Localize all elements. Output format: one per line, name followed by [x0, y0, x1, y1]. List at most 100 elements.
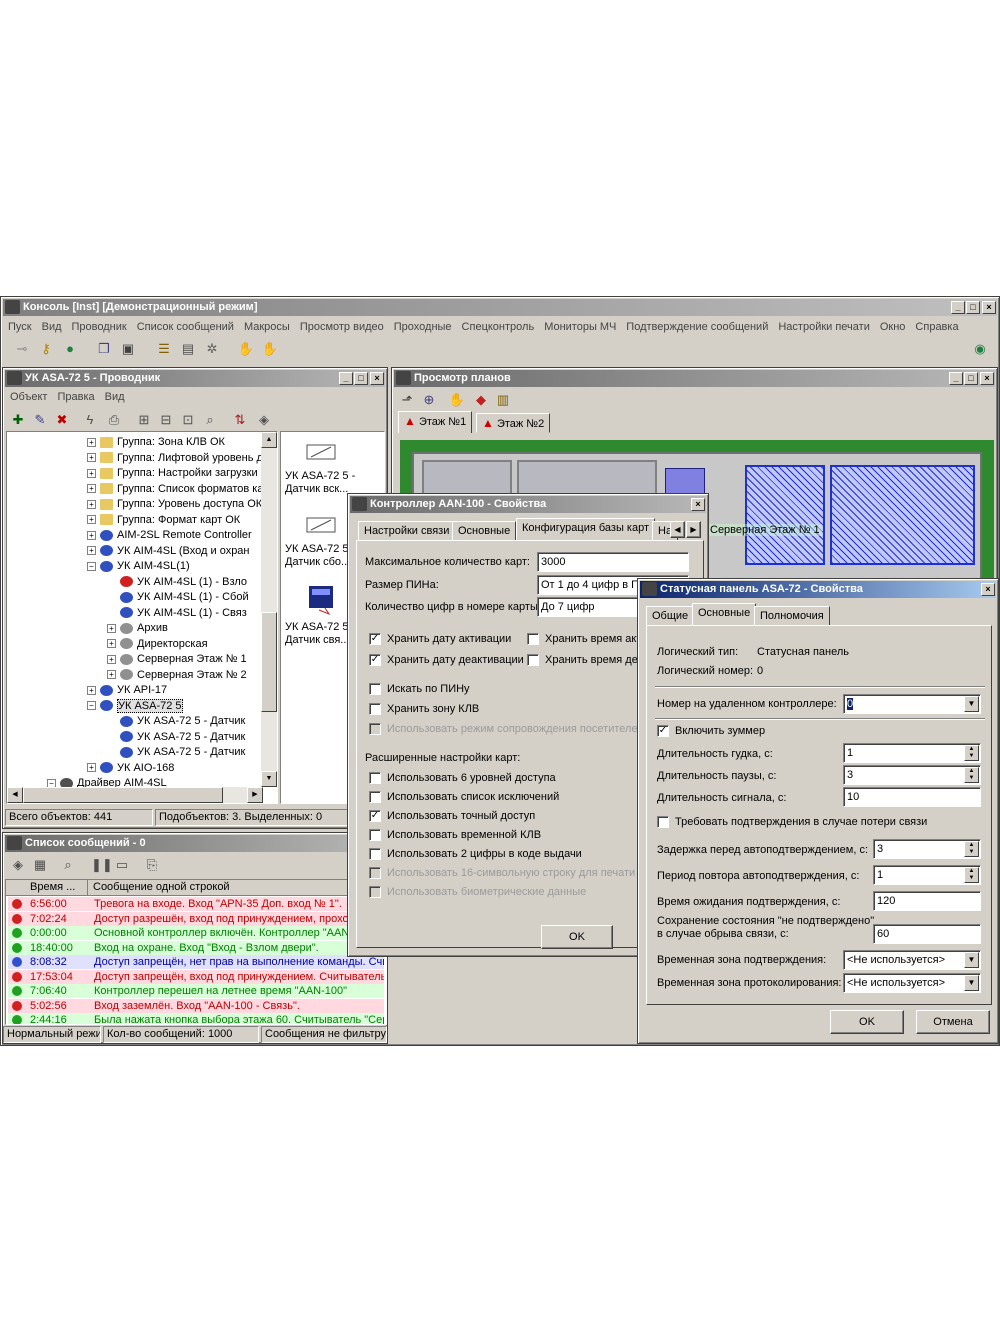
tab-main[interactable]: Основные [692, 603, 757, 626]
menu-item[interactable]: Объект [5, 389, 52, 405]
tree-item[interactable]: + УК AIM-4SL (Вход и охран [87, 544, 250, 559]
option-checkbox[interactable] [369, 829, 381, 841]
controller-close-button[interactable]: × [691, 498, 705, 511]
tree-item[interactable]: − УК ASA-72 5 [87, 698, 183, 714]
tree-item[interactable]: + Группа: Формат карт ОК [87, 513, 240, 528]
tree-item[interactable]: + Группа: Список форматов ка [87, 482, 263, 497]
alarm-icon[interactable]: ✋ [237, 340, 255, 358]
tree-item[interactable]: + УК API-17 [87, 683, 167, 698]
expand-icon[interactable]: + [87, 484, 96, 494]
tree-item[interactable]: + Группа: Лифтовой уровень д [87, 451, 263, 466]
chevron-down-icon[interactable]: ▼ [964, 975, 979, 991]
tree-item[interactable]: УК ASA-72 5 - Датчик [107, 714, 245, 729]
tree-item[interactable]: + AIM-2SL Remote Controller [87, 528, 252, 543]
menu-item[interactable]: Настройки печати [773, 319, 875, 335]
tab-floor-1[interactable]: ▲ Этаж №1 [398, 411, 473, 433]
option-checkbox[interactable] [369, 683, 381, 695]
tree-item[interactable]: + Серверная Этаж № 1 [107, 652, 247, 667]
option-checkbox[interactable] [527, 633, 539, 645]
export-icon[interactable]: ⎘ [143, 856, 161, 874]
message-row[interactable]: 18:40:00 Вход на охране. Вход "Вход - Взл… [8, 940, 384, 955]
delete-icon[interactable]: ✖ [53, 411, 71, 429]
diamond-icon[interactable]: ◈ [255, 411, 273, 429]
option-checkbox[interactable]: ✓ [369, 633, 381, 645]
chart-icon[interactable]: ▥ [494, 391, 512, 409]
expand-icon[interactable]: + [87, 530, 96, 540]
spinner-arrows-icon[interactable]: ▲ ▼ [964, 841, 979, 857]
buzzer-checkbox[interactable]: ✓ [657, 725, 669, 737]
option-checkbox[interactable]: ✓ [369, 654, 381, 666]
find-icon[interactable]: ⌕ [201, 411, 219, 429]
tree-item[interactable]: УК AIM-4SL (1) - Сбой [107, 590, 249, 605]
report-icon[interactable]: ▤ [179, 340, 197, 358]
tree-item[interactable]: + Группа: Уровень доступа ОК [87, 497, 262, 512]
command-icon[interactable]: ϟ [81, 411, 99, 429]
pause-spinner[interactable]: 3 ▲ ▼ [843, 765, 981, 785]
expand-icon[interactable]: + [87, 515, 96, 525]
arrow-icon[interactable]: ⬏ [398, 391, 416, 409]
expand-icon[interactable]: + [87, 499, 96, 509]
option-checkbox[interactable] [527, 654, 539, 666]
tree-item[interactable]: УК ASA-72 5 - Датчик [107, 745, 245, 760]
message-row[interactable]: 17:53:04 Доступ запрещён, вход под принуж… [8, 969, 384, 984]
tree-item[interactable]: УК AIM-4SL (1) - Взло [107, 575, 247, 590]
tree-collapse-icon[interactable]: ⊡ [179, 411, 197, 429]
expand-icon[interactable]: + [107, 670, 116, 680]
expand-icon[interactable]: + [107, 623, 116, 633]
window-icon[interactable]: ▭ [113, 856, 131, 874]
expand-icon[interactable]: + [87, 763, 96, 773]
sort-icon[interactable]: ⇅ [231, 411, 249, 429]
menu-item[interactable]: Вид [37, 319, 67, 335]
main-titlebar[interactable]: Консоль [Inst] [Демонстрационный режим] [3, 299, 997, 316]
list-icon[interactable]: ☰ [155, 340, 173, 358]
wait-field[interactable]: 120 [873, 891, 981, 911]
tree-hscroll[interactable]: ◀ ▶ [7, 787, 263, 803]
tab-scroll-left[interactable]: ◀ [670, 521, 685, 538]
menu-item[interactable]: Список сообщений [132, 319, 239, 335]
tab-floor-2[interactable]: ▲ Этаж №2 [476, 413, 551, 433]
layers-icon[interactable]: ◆ [472, 391, 490, 409]
print-icon[interactable]: ⎙ [105, 411, 123, 429]
collapse-icon[interactable]: − [87, 561, 96, 571]
expand-icon[interactable]: + [107, 639, 116, 649]
collapse-icon[interactable]: − [87, 701, 96, 711]
max-cards-field[interactable]: 3000 [537, 552, 689, 572]
repeat-spinner[interactable]: 1 ▲ ▼ [873, 865, 981, 885]
messages-list[interactable]: Время ... Сообщение одной строкой 6:56:0… [5, 879, 387, 1025]
tree-item[interactable]: − УК AIM-4SL(1) [87, 559, 190, 574]
option-checkbox[interactable] [369, 772, 381, 784]
close-button[interactable]: × [982, 301, 996, 314]
list-item[interactable]: УК ASA-72 5 - Датчик вск... [281, 437, 381, 496]
option-checkbox[interactable] [369, 848, 381, 860]
monitor-icon[interactable]: ▣ [119, 340, 137, 358]
confirm-checkbox[interactable] [657, 816, 669, 828]
plans-titlebar[interactable]: Просмотр планов [394, 370, 995, 387]
tree-item[interactable]: + Группа: Зона КЛВ ОК [87, 435, 225, 450]
explorer-titlebar[interactable]: УК ASA-72 5 - Проводник [5, 370, 385, 387]
delay-spinner[interactable]: 3 ▲ ▼ [873, 839, 981, 859]
menu-item[interactable]: Справка [910, 319, 963, 335]
message-row[interactable]: 7:06:40 Контроллер перешел на летнее врем… [8, 984, 384, 998]
key-icon[interactable]: ⊸ [13, 340, 31, 358]
menu-item[interactable]: Подтверждение сообщений [621, 319, 773, 335]
tree-item[interactable]: + Архив [107, 621, 168, 636]
tree-item[interactable]: + Группа: Настройки загрузки [87, 466, 258, 481]
plans-close-button[interactable]: × [980, 372, 994, 385]
chevron-down-icon[interactable]: ▼ [964, 952, 979, 968]
pause-icon[interactable]: ❚❚ [91, 856, 113, 874]
panel-close-button[interactable]: × [981, 583, 995, 596]
tree-vscroll[interactable]: ▲ ▼ [261, 432, 277, 787]
zone-log-select[interactable]: <Не используется> ▼ [843, 973, 981, 993]
zoom-icon[interactable]: ⊕ [420, 391, 438, 409]
grid-icon[interactable]: ▦ [31, 856, 49, 874]
message-row[interactable]: 2:44:16 Была нажата кнопка выбора этажа 6… [8, 1013, 384, 1024]
tab-scroll-right[interactable]: ▶ [686, 521, 701, 538]
col-time-header[interactable]: Время ... [26, 880, 88, 896]
expand-icon[interactable]: + [87, 437, 96, 447]
option-checkbox[interactable] [369, 703, 381, 715]
menu-item[interactable]: Окно [875, 319, 911, 335]
plan-label[interactable]: Серверная Этаж № 1 [708, 524, 822, 536]
cancel-button[interactable]: Отмена [916, 1010, 990, 1034]
menu-item[interactable]: Мониторы МЧ [539, 319, 621, 335]
tab-permissions[interactable]: Полномочия [754, 606, 830, 626]
